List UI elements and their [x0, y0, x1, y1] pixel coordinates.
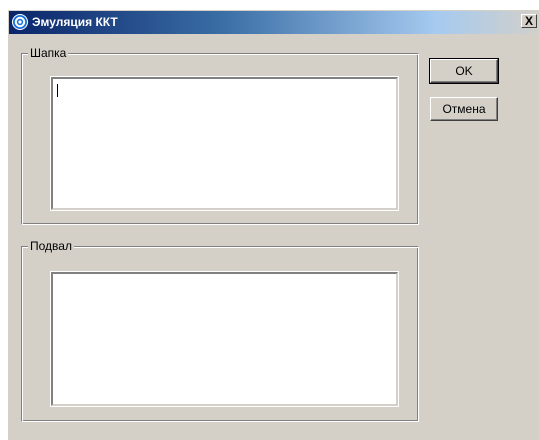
footer-group-label: Подвал	[28, 239, 74, 253]
header-group-label: Шапка	[28, 46, 69, 60]
header-groupbox: Шапка	[21, 46, 419, 225]
ok-button[interactable]: OK	[429, 58, 499, 84]
text-caret	[57, 84, 58, 97]
cancel-button[interactable]: Отмена	[430, 97, 498, 121]
footer-groupbox: Подвал	[21, 239, 419, 422]
dialog-window: Эмуляция ККТ X Шапка Подвал OK Отмена	[8, 10, 539, 440]
header-textarea[interactable]	[50, 76, 399, 211]
settings-gear-icon	[12, 14, 28, 30]
window-title: Эмуляция ККТ	[32, 15, 118, 29]
footer-textarea[interactable]	[50, 271, 399, 407]
title-bar[interactable]: Эмуляция ККТ X	[9, 11, 539, 34]
close-button[interactable]: X	[521, 14, 537, 28]
close-icon: X	[524, 14, 533, 28]
